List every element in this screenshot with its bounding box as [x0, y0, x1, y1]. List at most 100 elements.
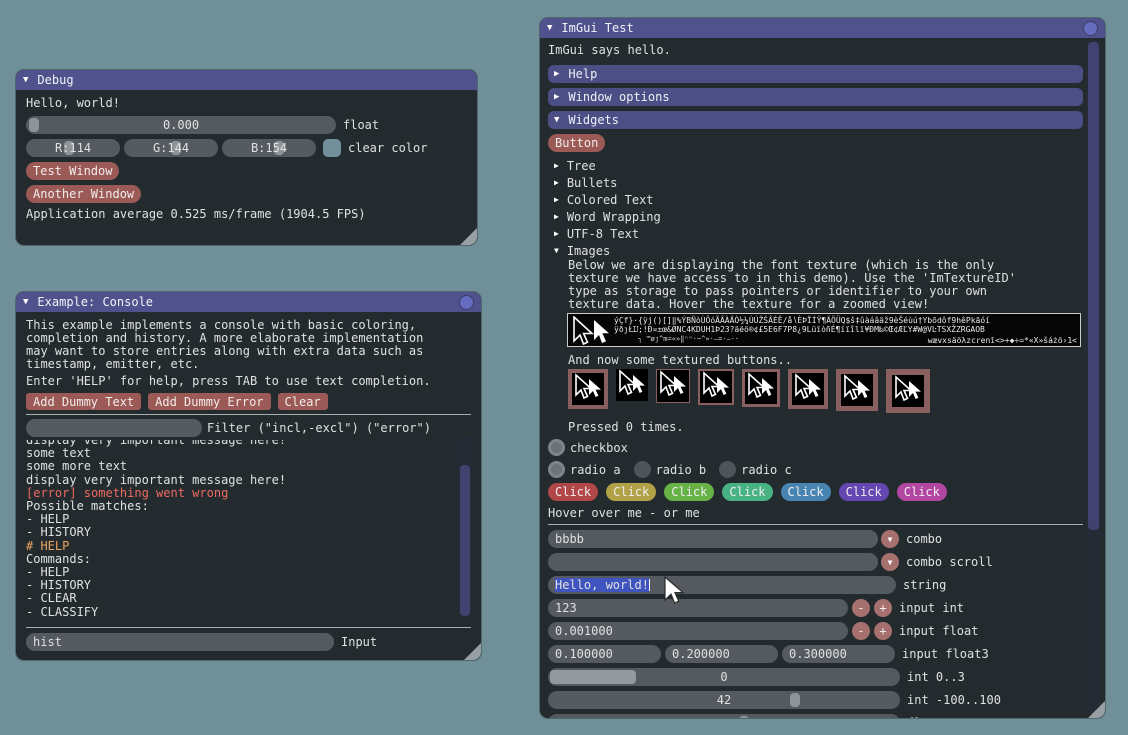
- console-titlebar[interactable]: ▼ Example: Console: [16, 292, 481, 312]
- float3-value-x: 0.100000: [555, 647, 613, 661]
- radio-b-button[interactable]: [634, 461, 651, 478]
- texture-button[interactable]: [886, 369, 930, 413]
- checkbox[interactable]: [548, 439, 565, 456]
- close-icon[interactable]: [1083, 21, 1098, 36]
- click-button-2[interactable]: Click: [606, 483, 656, 501]
- plus-button[interactable]: +: [874, 599, 892, 617]
- float3-input-z[interactable]: 0.300000: [782, 645, 895, 663]
- click-button-6[interactable]: Click: [839, 483, 889, 501]
- close-icon[interactable]: [459, 295, 474, 310]
- int-slider-0-3[interactable]: 0: [548, 668, 900, 686]
- float-slider[interactable]: 0.000: [26, 116, 336, 134]
- float-input[interactable]: 0.001000: [548, 622, 848, 640]
- radio-a-label: radio a: [570, 463, 621, 477]
- minus-button[interactable]: -: [852, 622, 870, 640]
- mouse-pointer-icon: [662, 576, 686, 606]
- imgui-test-window: ▼ ImGui Test ImGui says hello. ▶ Help ▶ …: [540, 18, 1105, 718]
- font-texture-image[interactable]: ýÇf}·{ÿj()[]‖%ÝBÑòÙÖóÃÂÀÄÒ½¼ÙÚŽŠÂÉÊ/å∖ÈÞ…: [567, 313, 1081, 347]
- header-label: Window options: [568, 90, 669, 104]
- hover-over-me-text[interactable]: Hover over me - or me: [548, 507, 1097, 520]
- triangle-down-icon: ▼: [554, 115, 559, 125]
- console-scrollbar-thumb[interactable]: [460, 465, 470, 616]
- slider-value: 42: [555, 693, 893, 707]
- window-scrollbar[interactable]: [1086, 40, 1101, 714]
- pressed-count-text: Pressed 0 times.: [568, 421, 1105, 434]
- float3-label: input float3: [902, 647, 989, 661]
- float3-input-y[interactable]: 0.200000: [665, 645, 778, 663]
- slider-value: 4.123: [555, 716, 893, 718]
- combo-arrow-icon[interactable]: ▼: [881, 530, 899, 548]
- tree-node-word-wrapping[interactable]: ▶ Word Wrapping: [554, 208, 1105, 225]
- imgui-test-titlebar[interactable]: ▼ ImGui Test: [540, 18, 1105, 38]
- header-window-options[interactable]: ▶ Window options: [548, 88, 1083, 106]
- float3-value-y: 0.200000: [672, 647, 730, 661]
- console-scrollbar[interactable]: [458, 436, 472, 618]
- resize-grip-icon[interactable]: [460, 228, 477, 245]
- float-slider-label: float: [343, 118, 379, 132]
- font-texture-glyphs: ÿðȷŁĲ;!Đ¤±œ&ØNC4KDUH1Þ23?äëö®¢£5E6F7P8¿9…: [614, 325, 985, 334]
- command-input-label: Input: [341, 635, 377, 649]
- plus-button[interactable]: +: [874, 622, 892, 640]
- texture-button[interactable]: [742, 369, 780, 407]
- tree-node-utf8-text[interactable]: ▶ UTF-8 Text: [554, 225, 1105, 242]
- int-slider-100[interactable]: 42: [548, 691, 900, 709]
- tree-node-tree[interactable]: ▶ Tree: [554, 157, 1105, 174]
- texture-button[interactable]: [698, 369, 734, 405]
- tree-node-label: Images: [567, 244, 610, 258]
- tree-node-images[interactable]: ▼ Images: [554, 242, 1105, 259]
- radio-a-button[interactable]: [548, 461, 565, 478]
- texture-button[interactable]: [656, 369, 690, 403]
- mouse-cursor-icon: [657, 370, 689, 402]
- window-title: Example: Console: [37, 295, 153, 309]
- add-dummy-error-button[interactable]: Add Dummy Error: [148, 393, 270, 410]
- green-slider[interactable]: G:144: [124, 139, 218, 157]
- texture-button[interactable]: [836, 369, 878, 411]
- mouse-cursor-icon: [616, 369, 648, 401]
- clear-button[interactable]: Clear: [278, 393, 328, 410]
- combo-arrow-icon[interactable]: ▼: [881, 553, 899, 571]
- window-title: ImGui Test: [561, 21, 633, 35]
- triangle-right-icon: ▶: [554, 69, 559, 79]
- mouse-cursor-icon: [570, 316, 612, 346]
- tree-node-label: Colored Text: [567, 193, 654, 207]
- radio-c-button[interactable]: [719, 461, 736, 478]
- clear-color-swatch[interactable]: [323, 139, 341, 157]
- string-input[interactable]: Hello, world!: [548, 576, 896, 594]
- int-input[interactable]: 123: [548, 599, 848, 617]
- float-slider-row[interactable]: 4.123: [548, 714, 900, 718]
- float3-value-z: 0.300000: [789, 647, 847, 661]
- collapse-arrow-icon[interactable]: ▼: [23, 297, 28, 307]
- console-log[interactable]: display very important message here! som…: [26, 440, 471, 624]
- collapse-arrow-icon[interactable]: ▼: [23, 75, 28, 85]
- blue-slider[interactable]: B:154: [222, 139, 316, 157]
- another-window-button[interactable]: Another Window: [26, 185, 141, 203]
- click-button-7[interactable]: Click: [897, 483, 947, 501]
- debug-titlebar[interactable]: ▼ Debug: [16, 70, 477, 90]
- texture-button[interactable]: [568, 369, 608, 409]
- click-button-4[interactable]: Click: [722, 483, 772, 501]
- window-scrollbar-thumb[interactable]: [1088, 42, 1099, 530]
- minus-button[interactable]: -: [852, 599, 870, 617]
- texture-button[interactable]: [788, 369, 828, 409]
- test-window-button[interactable]: Test Window: [26, 162, 119, 180]
- float3-input-x[interactable]: 0.100000: [548, 645, 661, 663]
- click-button-5[interactable]: Click: [781, 483, 831, 501]
- add-dummy-text-button[interactable]: Add Dummy Text: [26, 393, 141, 410]
- button-widget[interactable]: Button: [548, 134, 605, 152]
- click-button-3[interactable]: Click: [664, 483, 714, 501]
- filter-input[interactable]: [26, 419, 202, 437]
- command-input[interactable]: hist: [26, 633, 334, 651]
- clear-color-label: clear color: [348, 141, 427, 155]
- combo-scroll-box[interactable]: [548, 553, 878, 571]
- texture-button[interactable]: [616, 369, 648, 401]
- tree-node-colored-text[interactable]: ▶ Colored Text: [554, 191, 1105, 208]
- combo-box[interactable]: bbbb: [548, 530, 878, 548]
- tree-node-bullets[interactable]: ▶ Bullets: [554, 174, 1105, 191]
- header-help[interactable]: ▶ Help: [548, 65, 1083, 83]
- header-widgets[interactable]: ▼ Widgets: [548, 111, 1083, 129]
- click-button-1[interactable]: Click: [548, 483, 598, 501]
- red-slider[interactable]: R:114: [26, 139, 120, 157]
- collapse-arrow-icon[interactable]: ▼: [547, 23, 552, 33]
- font-texture-glyphs: wævxsäöλzcrenī<>+◆÷=*«X»šáżö›1<: [928, 336, 1077, 345]
- log-line: - HISTORY: [26, 579, 471, 592]
